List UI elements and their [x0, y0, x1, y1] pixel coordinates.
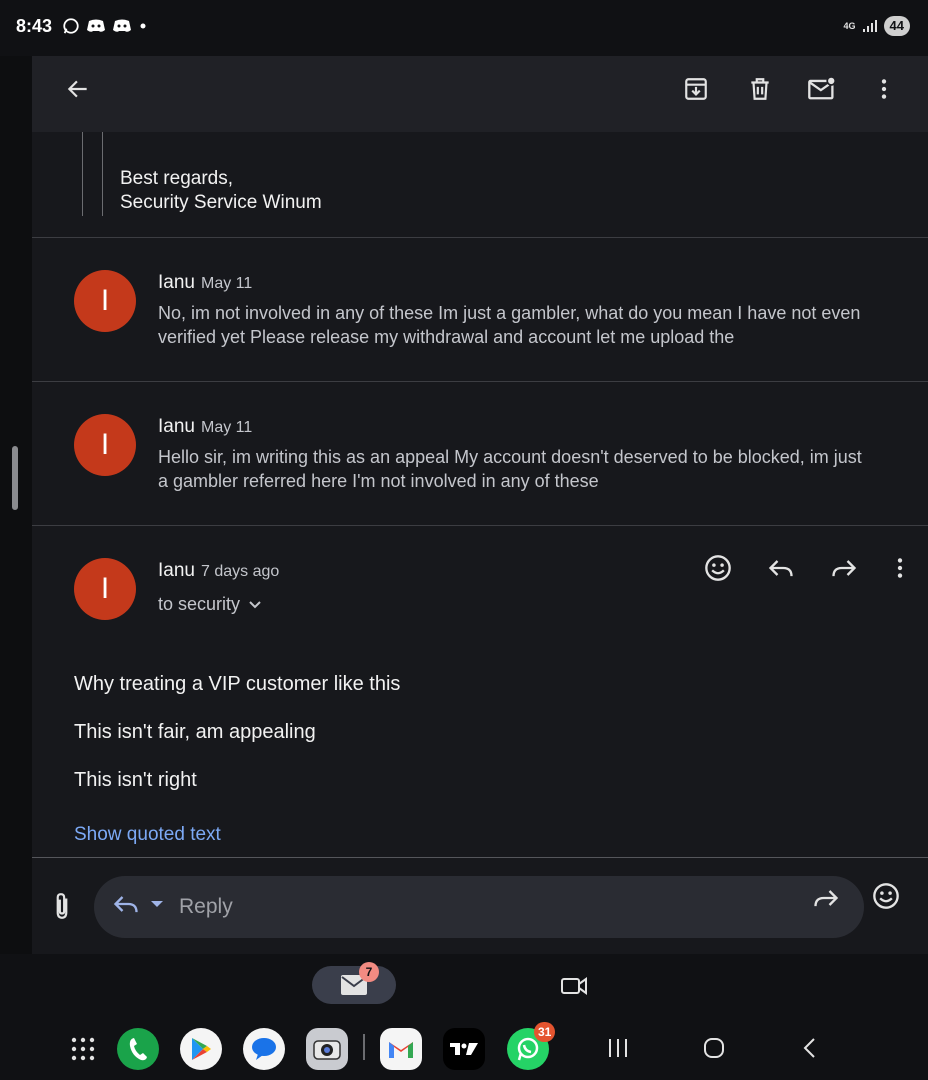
signal-icon	[862, 20, 877, 32]
chevron-down-icon	[249, 600, 261, 608]
gmail-icon	[389, 1042, 413, 1058]
mail-badge: 7	[359, 962, 379, 982]
sender-name: Ianu	[158, 560, 195, 581]
signature-line: Best regards,	[120, 168, 233, 189]
forward-button[interactable]	[812, 884, 840, 917]
avatar: I	[74, 414, 136, 476]
reply-icon	[768, 560, 793, 577]
message-date: 7 days ago	[200, 563, 280, 580]
whatsapp-badge: 31	[534, 1022, 556, 1042]
gmail-app[interactable]	[380, 1028, 422, 1070]
attachment-icon	[56, 893, 68, 919]
message-snippet: Hello sir, im writing this as an appeal …	[158, 447, 862, 467]
status-right: 4G 44	[844, 16, 910, 36]
meet-tab-button[interactable]	[552, 966, 596, 1006]
back-arrow-icon	[67, 80, 87, 98]
add-reaction-button[interactable]	[694, 544, 742, 592]
avatar: I	[74, 558, 136, 620]
forward-icon	[832, 560, 857, 577]
notification-icons	[62, 17, 148, 35]
home-icon	[704, 1038, 724, 1058]
whatsapp-icon	[63, 18, 79, 34]
tradingview-icon	[450, 1043, 478, 1055]
more-vert-icon	[881, 79, 887, 99]
discord-icon	[87, 19, 105, 32]
apps-grid-icon	[71, 1037, 95, 1061]
message-date: May 11	[200, 275, 253, 292]
sender-line: Ianu May 11	[158, 272, 252, 294]
emoji-icon	[705, 555, 731, 581]
signature-line: Security Service Winum	[120, 192, 322, 213]
emoji-icon	[873, 883, 899, 909]
messages-icon	[252, 1038, 276, 1060]
forward-icon	[814, 890, 839, 907]
recipient-text: to security	[158, 594, 241, 614]
reply-placeholder: Reply	[179, 895, 233, 918]
message-body-line: This isn't right	[74, 769, 197, 791]
emoji-button[interactable]	[872, 882, 900, 915]
reply-icon	[113, 896, 138, 913]
more-options-button[interactable]	[860, 65, 908, 113]
show-quoted-text-link[interactable]: Show quoted text	[74, 824, 221, 846]
back-button[interactable]	[54, 65, 102, 113]
messages-app[interactable]	[243, 1028, 285, 1070]
message-more-button[interactable]	[876, 544, 924, 592]
tradingview-app[interactable]	[443, 1028, 485, 1070]
dot-icon	[140, 23, 146, 29]
taskbar-separator	[363, 1034, 365, 1060]
archive-icon	[685, 78, 707, 100]
archive-button[interactable]	[672, 65, 720, 113]
mark-unread-button[interactable]	[798, 65, 846, 113]
back-icon	[803, 1038, 815, 1058]
phone-app[interactable]	[117, 1028, 159, 1070]
recents-button[interactable]	[596, 1028, 640, 1068]
reply-mode-button[interactable]	[112, 890, 140, 923]
discord-icon	[113, 19, 131, 32]
caret-down-icon	[151, 901, 163, 907]
attach-button[interactable]	[40, 884, 84, 928]
play-store-icon	[192, 1038, 211, 1060]
status-time: 8:43	[16, 16, 53, 36]
sender-line: Ianu 7 days ago	[158, 560, 279, 582]
reply-button[interactable]	[757, 544, 805, 592]
network-indicator: 4G	[843, 20, 856, 31]
top-app-bar	[32, 56, 928, 132]
sender-name: Ianu	[158, 416, 195, 437]
more-vert-icon	[897, 558, 903, 578]
camera-app[interactable]	[306, 1028, 348, 1070]
message-snippet: No, im not involved in any of these Im j…	[158, 303, 861, 323]
camera-icon	[313, 1040, 341, 1060]
divider	[32, 525, 928, 526]
message-body-line: This isn't fair, am appealing	[74, 721, 316, 743]
play-store-app[interactable]	[180, 1028, 222, 1070]
home-button[interactable]	[692, 1028, 736, 1068]
recipient-toggle[interactable]: to security	[158, 594, 262, 615]
phone-icon	[129, 1038, 147, 1061]
app-drawer-button[interactable]	[66, 1032, 100, 1066]
delete-icon	[751, 78, 769, 100]
video-camera-icon	[561, 977, 587, 995]
delete-button[interactable]	[736, 65, 784, 113]
forward-button[interactable]	[820, 544, 868, 592]
reply-mode-dropdown[interactable]	[148, 896, 166, 917]
message-body-line: Why treating a VIP customer like this	[74, 673, 401, 695]
message-snippet: a gambler referred here I'm not involved…	[158, 471, 599, 491]
divider	[32, 857, 928, 858]
sender-name: Ianu	[158, 272, 195, 293]
sender-line: Ianu May 11	[158, 416, 252, 438]
message-date: May 11	[200, 419, 253, 436]
nav-back-button[interactable]	[788, 1028, 832, 1068]
mark-unread-icon	[808, 76, 837, 100]
message-snippet: verified yet Please release my withdrawa…	[158, 327, 735, 347]
recents-icon	[609, 1039, 627, 1057]
quote-bar	[102, 132, 103, 216]
avatar: I	[74, 270, 136, 332]
quote-bar	[82, 132, 83, 216]
battery-indicator: 44	[883, 16, 910, 36]
mail-tab-button[interactable]	[312, 966, 396, 1004]
